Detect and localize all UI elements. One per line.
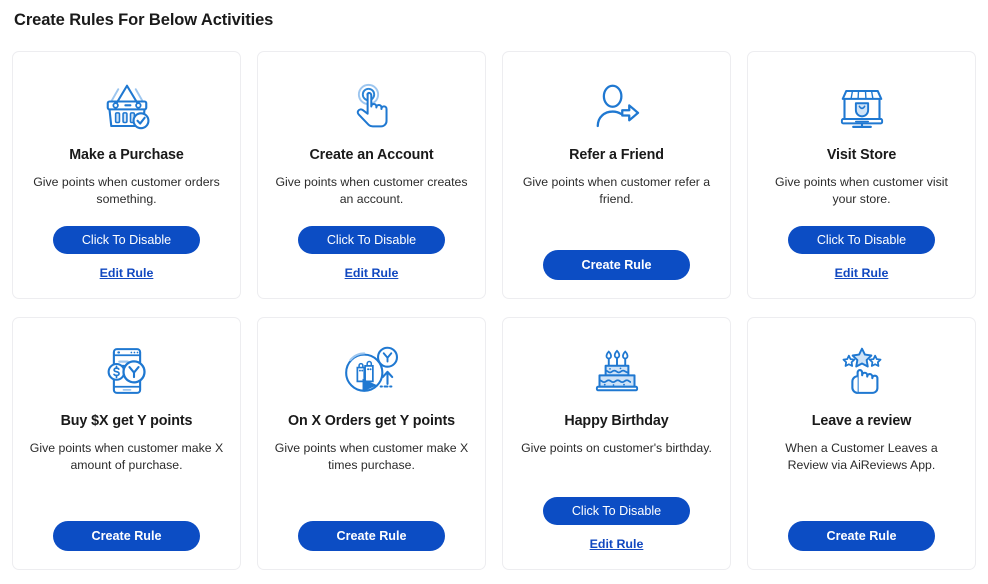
card-title: Refer a Friend bbox=[569, 146, 664, 164]
activity-card-make-a-purchase[interactable]: Make a Purchase Give points when custome… bbox=[12, 51, 241, 299]
edit-rule-link[interactable]: Edit Rule bbox=[835, 266, 889, 280]
activity-card-leave-a-review[interactable]: Leave a review When a Customer Leaves a … bbox=[747, 317, 976, 570]
orders-points-icon bbox=[341, 340, 403, 402]
card-description: Give points when customer visit your sto… bbox=[764, 174, 959, 208]
card-title: On X Orders get Y points bbox=[288, 412, 455, 430]
toggle-rule-button[interactable]: Click To Disable bbox=[788, 226, 935, 254]
card-description: Give points on customer's birthday. bbox=[521, 440, 712, 457]
shopping-basket-check-icon bbox=[99, 74, 155, 136]
card-title: Visit Store bbox=[827, 146, 896, 164]
edit-rule-link[interactable]: Edit Rule bbox=[345, 266, 399, 280]
card-description: Give points when customer creates an acc… bbox=[274, 174, 469, 208]
toggle-rule-button[interactable]: Click To Disable bbox=[543, 497, 690, 525]
activity-card-refer-a-friend[interactable]: Refer a Friend Give points when customer… bbox=[502, 51, 731, 299]
activity-card-visit-store[interactable]: Visit Store Give points when customer vi… bbox=[747, 51, 976, 299]
create-rule-button[interactable]: Create Rule bbox=[298, 521, 445, 551]
card-title: Make a Purchase bbox=[69, 146, 184, 164]
activity-card-happy-birthday[interactable]: Happy Birthday Give points on customer's… bbox=[502, 317, 731, 570]
card-title: Happy Birthday bbox=[564, 412, 668, 430]
edit-rule-link[interactable]: Edit Rule bbox=[590, 537, 644, 551]
activity-card-create-an-account[interactable]: Create an Account Give points when custo… bbox=[257, 51, 486, 299]
card-actions: Create Rule bbox=[29, 521, 224, 551]
create-rule-button[interactable]: Create Rule bbox=[543, 250, 690, 280]
page-title: Create Rules For Below Activities bbox=[12, 0, 976, 30]
card-description: When a Customer Leaves a Review via AiRe… bbox=[764, 440, 959, 474]
card-actions: Create Rule bbox=[764, 521, 959, 551]
card-actions: Click To Disable Edit Rule bbox=[519, 497, 714, 551]
card-description: Give points when customer make X amount … bbox=[29, 440, 224, 474]
toggle-rule-button[interactable]: Click To Disable bbox=[298, 226, 445, 254]
card-actions: Click To Disable Edit Rule bbox=[274, 226, 469, 280]
edit-rule-link[interactable]: Edit Rule bbox=[100, 266, 154, 280]
card-actions: Create Rule bbox=[274, 521, 469, 551]
mobile-dollar-points-icon bbox=[99, 340, 155, 402]
star-review-hand-icon bbox=[834, 340, 890, 402]
activity-cards-grid: Make a Purchase Give points when custome… bbox=[12, 51, 976, 570]
create-rule-button[interactable]: Create Rule bbox=[53, 521, 200, 551]
refer-friend-icon bbox=[589, 74, 645, 136]
card-actions: Click To Disable Edit Rule bbox=[764, 226, 959, 280]
card-description: Give points when customer make X times p… bbox=[274, 440, 469, 474]
card-title: Leave a review bbox=[812, 412, 912, 430]
rules-page: Create Rules For Below Activities bbox=[0, 0, 988, 584]
activity-card-buy-x-get-y-points[interactable]: Buy $X get Y points Give points when cus… bbox=[12, 317, 241, 570]
storefront-monitor-icon bbox=[834, 74, 890, 136]
card-description: Give points when customer orders somethi… bbox=[29, 174, 224, 208]
card-actions: Create Rule bbox=[519, 250, 714, 280]
activity-card-on-x-orders-get-y-points[interactable]: On X Orders get Y points Give points whe… bbox=[257, 317, 486, 570]
card-actions: Click To Disable Edit Rule bbox=[29, 226, 224, 280]
toggle-rule-button[interactable]: Click To Disable bbox=[53, 226, 200, 254]
tap-hand-icon bbox=[344, 74, 400, 136]
birthday-cake-icon bbox=[589, 340, 645, 402]
create-rule-button[interactable]: Create Rule bbox=[788, 521, 935, 551]
card-title: Create an Account bbox=[309, 146, 433, 164]
card-description: Give points when customer refer a friend… bbox=[519, 174, 714, 208]
card-title: Buy $X get Y points bbox=[61, 412, 193, 430]
